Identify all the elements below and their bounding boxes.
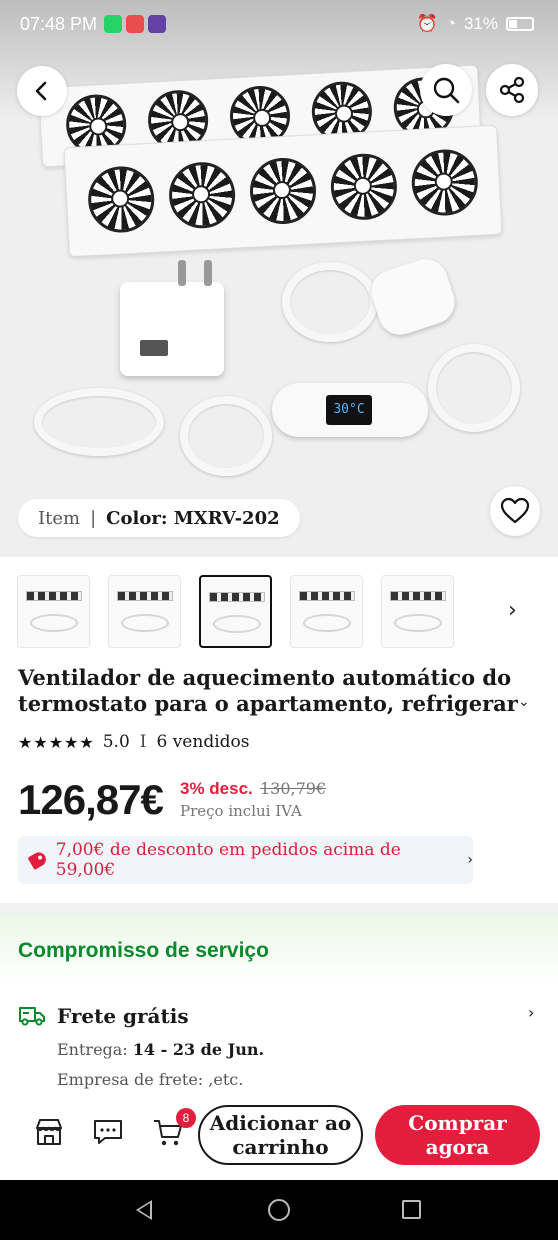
carrier-line: Empresa de frete: ,etc. [57, 1070, 244, 1089]
wifi-icon: ◔ [445, 14, 456, 33]
system-indicators: ⏰ ◔ 31% [417, 14, 534, 34]
product-title: Ventilador de aquecimento automático do … [18, 665, 518, 716]
wishlist-button[interactable] [490, 486, 540, 536]
thumb-cable [303, 614, 351, 632]
thumb-fan-strip [390, 591, 446, 601]
chevron-right-icon[interactable]: › [508, 598, 517, 623]
fan-icon [248, 156, 318, 226]
battery-percent: 31% [463, 14, 498, 33]
coupon-tag-icon [27, 850, 49, 870]
delivery-label: Entrega: [57, 1040, 128, 1059]
system-nav-bar [0, 1180, 558, 1240]
gift-app-icon [126, 15, 144, 33]
color-label: Color: MXRV-202 [106, 507, 280, 529]
back-button[interactable] [17, 66, 67, 116]
cable-coil [428, 344, 520, 432]
status-bar: 07:48 PM ⏰ ◔ 31% [0, 0, 558, 50]
service-heading: Compromisso de serviço [18, 939, 269, 962]
thumb-fan-strip [299, 591, 355, 601]
fan-icon [328, 152, 399, 222]
fan-icon [409, 147, 480, 218]
store-icon[interactable] [34, 1118, 64, 1146]
cable-coil [34, 388, 164, 456]
temperature-sensor [365, 253, 461, 341]
section-divider [0, 903, 558, 913]
thumb-fan-strip [117, 591, 173, 601]
thumb-fan-strip [26, 591, 82, 601]
buy-now-button[interactable]: Comprar agora [375, 1105, 540, 1165]
service-commitment-header: Compromisso de serviço [0, 913, 558, 983]
alarm-icon: ⏰ [416, 14, 438, 33]
notification-icons [104, 15, 166, 33]
coupon-banner[interactable]: 7,00€ de desconto em pedidos acima de 59… [18, 836, 473, 884]
thermostat-display: 30°C [326, 395, 372, 425]
vat-note: Preço inclui IVA [180, 802, 302, 820]
discount-badge: 3% desc. [180, 779, 253, 798]
chevron-right-icon[interactable]: › [528, 1003, 534, 1022]
fan-icon [86, 164, 157, 235]
thumbnail[interactable] [17, 575, 90, 648]
fan-strip-front [63, 124, 503, 258]
thumb-fan-strip [209, 592, 265, 602]
product-image[interactable]: 30°C Item | Color: MXRV-202 [0, 0, 558, 557]
thumb-cable [394, 614, 442, 632]
sold-count: 6 vendidos [156, 732, 250, 752]
star-rating-icon: ★★★★★ [18, 732, 95, 752]
thumbnail[interactable] [381, 575, 454, 648]
item-label: Item [38, 507, 81, 529]
rating-separator: I [139, 732, 147, 752]
delivery-line: Entrega: 14 - 23 de Jun. [57, 1040, 264, 1059]
current-price: 126,87€ [18, 776, 164, 823]
cable-coil [180, 396, 272, 476]
nav-back-icon[interactable] [136, 1200, 152, 1220]
share-button[interactable] [486, 64, 538, 116]
thumbnail-strip [17, 575, 454, 648]
rating-score: 5.0 [102, 732, 130, 752]
charger-prong [178, 260, 186, 286]
thumbnail[interactable] [108, 575, 181, 648]
expand-title-chevron-icon[interactable]: ⌄ [518, 694, 530, 710]
share-icon [499, 76, 525, 104]
truck-icon [19, 1007, 45, 1026]
thumb-cable [30, 614, 78, 632]
twitch-icon [148, 15, 166, 33]
pill-separator: | [90, 507, 97, 529]
whatsapp-icon [104, 15, 122, 33]
thumbnail[interactable] [290, 575, 363, 648]
chat-icon[interactable] [92, 1118, 124, 1146]
usb-charger [120, 260, 224, 376]
nav-recents-icon[interactable] [402, 1200, 421, 1219]
usb-port [140, 340, 168, 356]
shipping-title[interactable]: Frete grátis [57, 1004, 189, 1028]
add-to-cart-button[interactable]: Adicionar ao carrinho [198, 1105, 363, 1165]
search-button[interactable] [420, 64, 472, 116]
search-icon [433, 77, 460, 104]
battery-icon [506, 17, 534, 31]
rating-row[interactable]: ★★★★★ 5.0 I 6 vendidos [18, 732, 249, 752]
status-time: 07:48 PM [20, 14, 98, 34]
heart-icon [500, 497, 530, 524]
variant-pill[interactable]: Item | Color: MXRV-202 [18, 499, 300, 537]
delivery-dates: 14 - 23 de Jun. [132, 1040, 265, 1059]
fan-icon [167, 160, 237, 230]
bottom-action-bar: 8 Adicionar ao carrinho Comprar agora [0, 1095, 558, 1180]
original-price: 130,79€ [260, 779, 327, 798]
thumb-cable [213, 615, 261, 633]
cable-coil [282, 262, 378, 342]
coupon-text: 7,00€ de desconto em pedidos acima de 59… [55, 840, 401, 880]
nav-home-icon[interactable] [268, 1199, 290, 1221]
thumbnail-selected[interactable] [199, 575, 272, 648]
thermostat-controller: 30°C [272, 383, 428, 437]
thumb-cable [121, 614, 169, 632]
charger-prong [204, 260, 212, 286]
chevron-right-icon: › [467, 852, 473, 868]
chevron-left-icon [35, 81, 47, 101]
cart-badge: 8 [176, 1108, 196, 1128]
